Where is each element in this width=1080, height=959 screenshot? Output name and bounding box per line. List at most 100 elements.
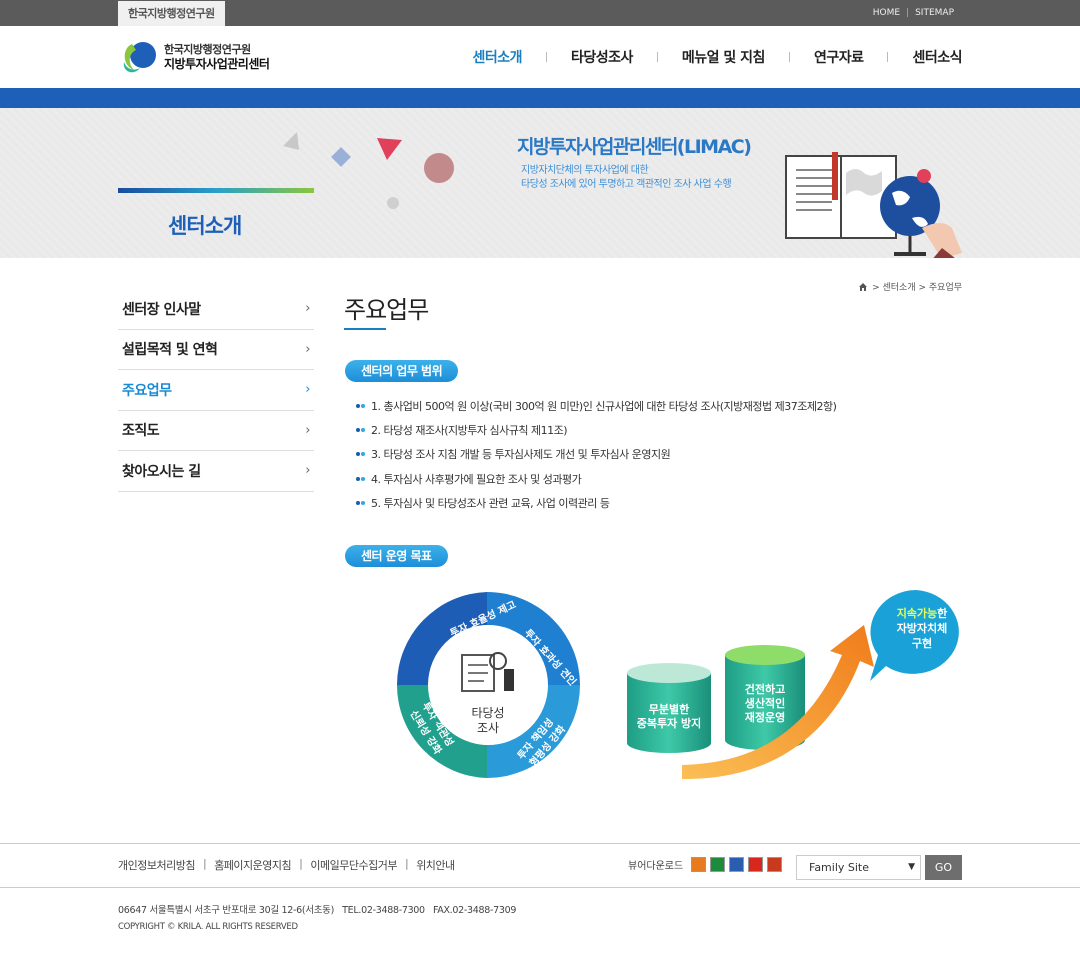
family-site-select[interactable]: Family Site ▼ [796,855,921,880]
family-site-value: Family Site [809,861,870,874]
chevron-right-icon: › [305,463,310,479]
chevron-right-icon: › [305,341,310,357]
list-item-text: 5. 투자심사 및 타당성조사 관련 교육, 사업 이력관리 등 [371,496,610,510]
hwp-viewer-icon[interactable] [691,857,707,872]
pdf-viewer-icon[interactable] [748,857,764,872]
bullet-icon [356,476,366,482]
goal-speech-bubble [870,590,959,681]
section-title: 센터소개 [168,214,242,238]
list-item: 2. 타당성 재조사(지방투자 심사규칙 제11조) [356,418,836,442]
side-item-label: 찾아오시는 길 [122,463,201,480]
footer-link-location[interactable]: 위치안내 [416,857,455,873]
nav-divider [788,52,790,62]
side-item-directions[interactable]: 찾아오시는 길 › [118,451,314,492]
list-item-text: 3. 타당성 조사 지침 개발 등 투자심사제도 개선 및 투자심사 운영지원 [371,448,671,462]
footer-divider [0,843,1080,844]
side-item-label: 설립목적 및 연혁 [122,342,218,359]
bullet-icon [356,403,366,409]
footer-divider [0,887,1080,888]
chevron-right-icon: › [305,301,310,317]
side-item-label: 센터장 인사말 [122,301,201,318]
nav-news[interactable]: 센터소식 [912,47,962,67]
bubble-line2: 자방자치체 [897,621,948,635]
bullet-icon [356,500,366,506]
logo[interactable]: 한국지방행정연구원 지방투자사업관리센터 [118,38,270,76]
list-item: 5. 투자심사 및 타당성조사 관련 교육, 사업 이력관리 등 [356,491,836,515]
ring-center-line1: 타당성 [471,706,504,720]
home-icon[interactable] [858,282,868,292]
nav-feasibility[interactable]: 타당성조사 [571,47,633,67]
bubble-line3: 구현 [912,636,932,650]
scope-heading: 센터의 업무 범위 [345,360,459,382]
logo-line2: 지방투자사업관리센터 [164,57,270,71]
family-site-go-button[interactable]: GO [925,855,962,880]
bubble-highlight: 지속가능 [897,606,937,620]
nav-manual[interactable]: 메뉴얼 및 지침 [682,47,766,67]
footer-sep: | [404,857,409,870]
breadcrumb: > 센터소개 > 주요업무 [858,280,962,293]
list-item: 3. 타당성 조사 지침 개발 등 투자심사제도 개선 및 투자심사 운영지원 [356,442,836,466]
viewer-downloads: 뷰어다운로드 [628,857,783,872]
banner-desc-line1: 지방자치단체의 투자사업에 대한 [521,165,649,176]
cylinder-right-line1: 건전하고 [745,682,785,696]
side-item-main-tasks[interactable]: 주요업무 › [118,370,314,411]
footer-links: 개인정보처리방침 | 홈페이지운영지침 | 이메일무단수집거부 | 위치안내 [118,857,455,873]
side-item-greeting[interactable]: 센터장 인사말 › [118,289,314,330]
chevron-right-icon: › [305,382,310,398]
excel-viewer-icon[interactable] [710,857,726,872]
sub-visual-banner: 센터소개 지방투자사업관리센터(LIMAC) 지방자치단체의 투자사업에 대한 … [0,108,1080,258]
book-globe-illustration-icon [785,152,962,258]
banner-desc: 지방자치단체의 투자사업에 대한 타당성 조사에 있어 투명하고 객관적인 조사… [521,164,732,192]
blue-band [0,88,1080,108]
logo-line1: 한국지방행정연구원 [164,43,251,56]
sitemap-link[interactable]: SITEMAP [909,8,960,18]
word-viewer-icon[interactable] [729,857,745,872]
top-links: HOME | SITEMAP [867,0,960,26]
nav-center-intro[interactable]: 센터소개 [472,47,522,67]
banner-desc-line2: 타당성 조사에 있어 투명하고 객관적인 조사 사업 수행 [521,179,732,190]
cylinder-right-line3: 재정운영 [745,710,785,724]
chevron-right-icon: › [305,422,310,438]
footer-link-policy[interactable]: 홈페이지운영지침 [214,857,291,873]
footer-address: 06647 서울특별시 서초구 반포대로 30길 12-6(서초동) TEL.0… [118,905,517,916]
footer-link-privacy[interactable]: 개인정보처리방침 [118,857,195,873]
org-tab[interactable]: 한국지방행정연구원 [118,1,225,26]
home-link[interactable]: HOME [867,8,906,18]
operation-goals-diagram: 투자 효율성 제고 투자 효과성 견인 투자 책임성 형평성 강화 투자 객관성… [396,590,959,780]
list-item-text: 2. 타당성 재조사(지방투자 심사규칙 제11조) [371,424,567,438]
bubble-line1: 지속가능한 [897,606,948,620]
cylinder-right-line2: 생산적인 [745,696,785,710]
footer-link-email[interactable]: 이메일무단수집거부 [310,857,397,873]
logo-mark-icon [123,42,156,73]
footer-copyright: COPYRIGHT © KRILA. ALL RIGHTS RESERVED [118,922,298,932]
document-magnifier-icon [461,652,514,692]
nav-research[interactable]: 연구자료 [814,47,864,67]
ppt-viewer-icon[interactable] [767,857,783,872]
ring-center-line2: 조사 [477,721,499,735]
banner-headline: 지방투자사업관리센터(LIMAC) [517,136,752,158]
bubble-highlight-suffix: 한 [937,606,947,620]
nav-divider [546,52,547,62]
top-utility-bar: 한국지방행정연구원 HOME | SITEMAP [0,0,1080,26]
bullet-icon [356,427,366,433]
footer-sep: | [299,857,303,870]
nav-divider [887,52,889,62]
breadcrumb-path: > 센터소개 > 주요업무 [872,283,962,293]
scope-list: 1. 총사업비 500억 원 이상(국비 300억 원 미만)인 신규사업에 대… [356,394,837,515]
side-item-label: 주요업무 [122,382,172,399]
list-item: 1. 총사업비 500억 원 이상(국비 300억 원 미만)인 신규사업에 대… [356,394,837,418]
cylinder-left-line2: 중복투자 방지 [637,716,702,730]
side-item-label: 조직도 [122,423,160,440]
viewer-label: 뷰어다운로드 [628,861,684,872]
side-item-history[interactable]: 설립목적 및 연혁 › [118,330,314,370]
bullet-icon [356,451,366,457]
footer-address-block: 06647 서울특별시 서초구 반포대로 30길 12-6(서초동) TEL.0… [118,903,516,935]
decorative-shapes-icon [283,132,454,209]
chevron-down-icon: ▼ [908,862,915,872]
list-item-text: 4. 투자심사 사후평가에 필요한 조사 및 성과평가 [371,472,582,486]
side-nav: 센터장 인사말 › 설립목적 및 연혁 › 주요업무 › 조직도 › 찾아오시는 길 › [118,289,314,492]
main-nav: 센터소개 타당성조사 메뉴얼 및 지침 연구자료 센터소식 [472,26,962,88]
footer-sep: | [202,857,207,870]
page-title: 주요업무 [344,296,429,324]
side-item-org-chart[interactable]: 조직도 › [118,411,314,451]
